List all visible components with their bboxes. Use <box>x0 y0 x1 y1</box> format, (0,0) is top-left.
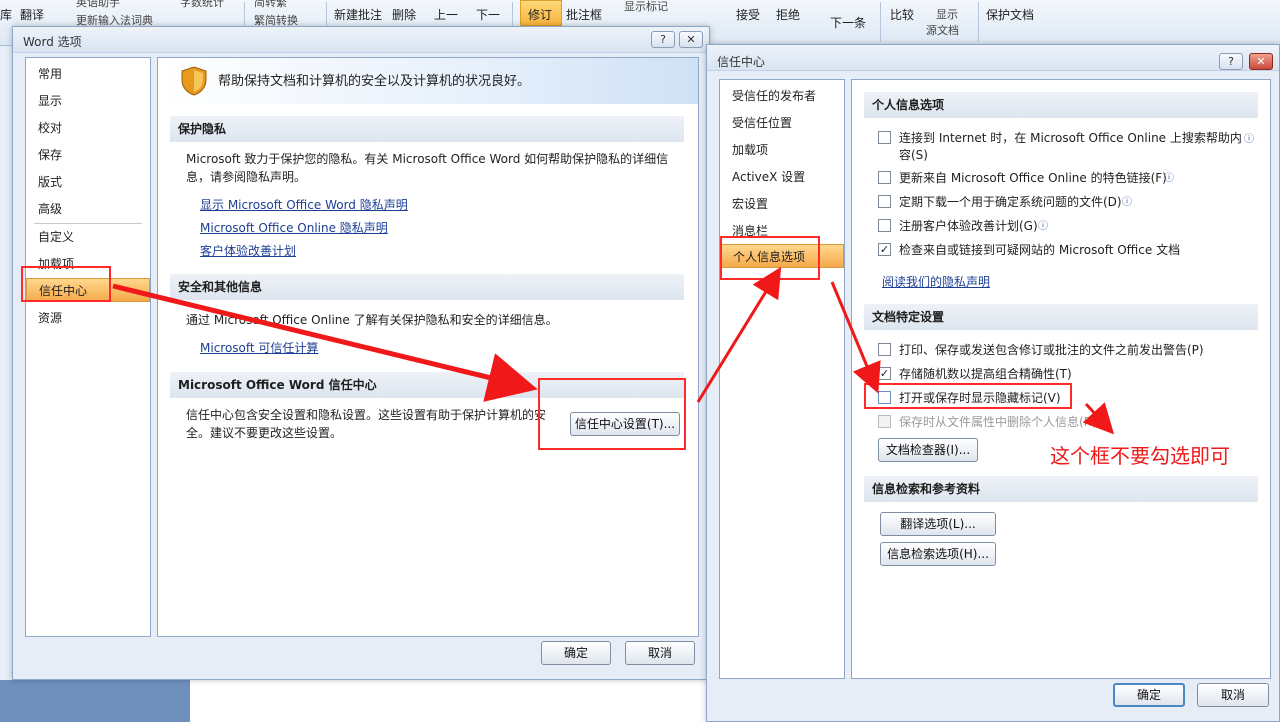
info-icon: ⓘ <box>1164 173 1174 184</box>
word-options-dialog: Word 选项 ? ✕ 常用 显示 校对 保存 版式 高级 自定义 加载项 信任… <box>12 26 710 680</box>
personal-header: 个人信息选项 <box>864 92 1258 118</box>
checkbox[interactable] <box>878 195 891 208</box>
nav-save[interactable]: 保存 <box>26 143 150 167</box>
research-header: 信息检索和参考资料 <box>864 476 1258 502</box>
ribbon-balloons[interactable]: 批注框 <box>566 6 602 23</box>
document-page <box>190 680 710 722</box>
trust-text: 信任中心包含安全设置和隐私设置。这些设置有助于保护计算机的安全。建议不要更改这些… <box>186 408 547 440</box>
tc-nav-macro[interactable]: 宏设置 <box>720 192 844 216</box>
ribbon-library[interactable]: 库 <box>0 6 12 23</box>
opt-label: 注册客户体验改善计划(G) <box>899 219 1038 233</box>
trust-center-content: 个人信息选项 连接到 Internet 时，在 Microsoft Office… <box>851 79 1271 679</box>
ribbon-new-comment[interactable]: 新建批注 <box>334 6 382 23</box>
trust-center-title: 信任中心 <box>717 55 766 69</box>
document-background <box>0 680 190 722</box>
security-text: 通过 Microsoft Office Online 了解有关保护隐私和安全的详… <box>186 313 558 327</box>
tc-close-button[interactable]: ✕ <box>1249 53 1273 70</box>
ribbon-translate[interactable]: 翻译 <box>20 6 44 23</box>
ribbon-protect-doc[interactable]: 保护文档 <box>986 6 1034 23</box>
ribbon-reject[interactable]: 拒绝 <box>776 6 800 23</box>
opt-search-online-help[interactable]: 连接到 Internet 时，在 Microsoft Office Online… <box>878 130 1258 166</box>
annotation-note: 这个框不要勾选即可 <box>1050 444 1230 468</box>
tc-nav-trusted-locations[interactable]: 受信任位置 <box>720 111 844 135</box>
checkbox-checked[interactable]: ✓ <box>878 367 891 380</box>
nav-customize[interactable]: 自定义 <box>26 225 150 249</box>
link-trustworthy-computing[interactable]: Microsoft 可信任计算 <box>200 339 318 356</box>
privacy-header: 保护隐私 <box>170 116 684 142</box>
opt-label: 保存时从文件属性中删除个人信息(R) <box>899 415 1097 429</box>
doc-specific-header: 文档特定设置 <box>864 304 1258 330</box>
checkbox[interactable] <box>878 131 891 144</box>
opt-label: 存储随机数以提高组合精确性(T) <box>899 367 1072 381</box>
translation-options-button[interactable]: 翻译选项(L)... <box>880 512 996 536</box>
tc-cancel-button[interactable]: 取消 <box>1197 683 1269 707</box>
highlight-privacy-options-nav <box>720 236 820 280</box>
ribbon-previous[interactable]: 上一 <box>434 6 458 23</box>
highlight-hidden-markup-option <box>864 383 1072 409</box>
checkbox[interactable] <box>878 343 891 356</box>
word-options-content: 帮助保持文档和计算机的安全以及计算机的状况良好。 保护隐私 Microsoft … <box>157 57 699 637</box>
checkbox[interactable] <box>878 219 891 232</box>
ribbon-show[interactable]: 显示 <box>936 6 958 22</box>
security-header: 安全和其他信息 <box>170 274 684 300</box>
opt-label: 连接到 Internet 时，在 Microsoft Office Online… <box>899 131 1242 162</box>
nav-proofing[interactable]: 校对 <box>26 116 150 140</box>
ribbon-show-markup[interactable]: 显示标记 <box>624 0 668 14</box>
shield-icon <box>181 66 207 96</box>
tc-nav-addins[interactable]: 加载项 <box>720 138 844 162</box>
document-inspector-button[interactable]: 文档检查器(I)... <box>878 438 978 462</box>
nav-layout[interactable]: 版式 <box>26 170 150 194</box>
ribbon-delete[interactable]: 删除 <box>392 6 416 23</box>
opt-label: 更新来自 Microsoft Office Online 的特色链接(F) <box>899 171 1167 185</box>
link-word-privacy[interactable]: 显示 Microsoft Office Word 隐私声明 <box>200 196 408 213</box>
tc-help-button[interactable]: ? <box>1219 53 1243 70</box>
highlight-trust-center-nav <box>21 266 111 302</box>
ribbon-simp-to-trad[interactable]: 简转繁 <box>254 0 287 10</box>
banner-text: 帮助保持文档和计算机的安全以及计算机的状况良好。 <box>218 74 531 89</box>
ribbon-track-changes[interactable]: 修订 <box>528 6 552 23</box>
word-options-nav: 常用 显示 校对 保存 版式 高级 自定义 加载项 信任中心 资源 <box>25 57 151 637</box>
highlight-trust-center-settings <box>538 378 686 450</box>
close-button[interactable]: ✕ <box>679 31 703 48</box>
ribbon-compare[interactable]: 比较 <box>890 6 914 23</box>
ribbon-word-count[interactable]: 字数统计 <box>180 0 224 10</box>
nav-advanced[interactable]: 高级 <box>26 197 150 221</box>
tc-nav-activex[interactable]: ActiveX 设置 <box>720 165 844 189</box>
research-options-button[interactable]: 信息检索选项(H)... <box>880 542 996 566</box>
tc-ok-button[interactable]: 确定 <box>1113 683 1185 707</box>
checkbox[interactable] <box>878 171 891 184</box>
ok-button[interactable]: 确定 <box>541 641 611 665</box>
opt-label: 打印、保存或发送包含修订或批注的文件之前发出警告(P) <box>899 343 1204 357</box>
word-options-titlebar: Word 选项 ? ✕ <box>13 27 709 53</box>
ribbon-english-helper[interactable]: 英语助手 <box>76 0 120 10</box>
nav-resources[interactable]: 资源 <box>26 306 150 330</box>
opt-label: 检查来自或链接到可疑网站的 Microsoft Office 文档 <box>899 243 1181 257</box>
help-button[interactable]: ? <box>651 31 675 48</box>
info-icon: ⓘ <box>1122 197 1132 208</box>
link-online-privacy[interactable]: Microsoft Office Online 隐私声明 <box>200 219 388 236</box>
info-icon: ⓘ <box>1244 134 1254 145</box>
link-read-privacy[interactable]: 阅读我们的隐私声明 <box>882 273 990 290</box>
trust-center-nav: 受信任的发布者 受信任位置 加载项 ActiveX 设置 宏设置 消息栏 个人信… <box>719 79 845 679</box>
ribbon-source-doc[interactable]: 源文档 <box>926 22 959 38</box>
privacy-text: Microsoft 致力于保护您的隐私。有关 Microsoft Office … <box>186 152 669 184</box>
ribbon-next-change[interactable]: 下一条 <box>830 14 866 31</box>
word-options-title: Word 选项 <box>23 35 82 49</box>
link-ceip[interactable]: 客户体验改善计划 <box>200 242 296 259</box>
checkbox-disabled <box>878 415 891 428</box>
ribbon-accept[interactable]: 接受 <box>736 6 760 23</box>
ribbon-next[interactable]: 下一 <box>476 6 500 23</box>
trust-center-titlebar: 信任中心 ? ✕ <box>707 45 1279 71</box>
info-icon: ⓘ <box>1038 221 1048 232</box>
nav-display[interactable]: 显示 <box>26 89 150 113</box>
checkbox-checked[interactable]: ✓ <box>878 243 891 256</box>
tc-nav-trusted-publishers[interactable]: 受信任的发布者 <box>720 84 844 108</box>
cancel-button[interactable]: 取消 <box>625 641 695 665</box>
nav-general[interactable]: 常用 <box>26 62 150 86</box>
opt-label: 定期下载一个用于确定系统问题的文件(D) <box>899 195 1122 209</box>
